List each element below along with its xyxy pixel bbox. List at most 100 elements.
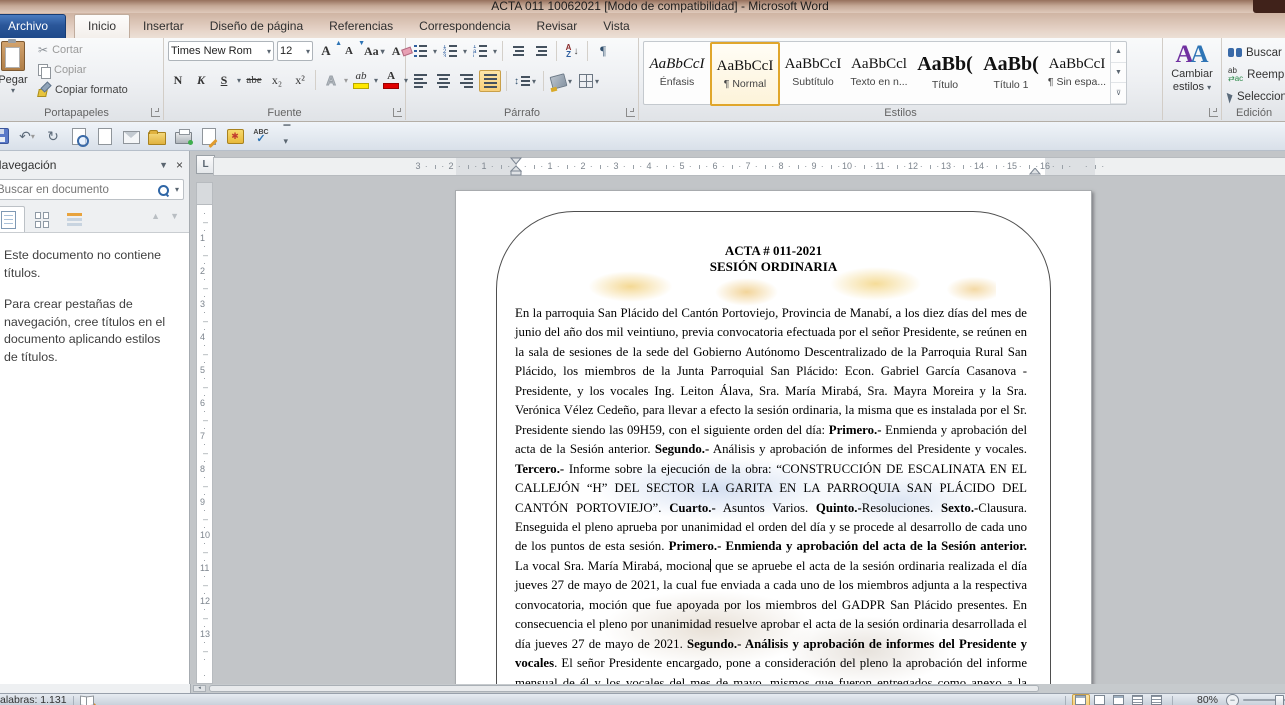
sort-button[interactable]: AZ↓ [562,41,582,61]
paste-button[interactable]: Pegar ▾ [0,41,34,105]
word-count[interactable]: Palabras: 1.131 [0,694,67,705]
underline-button[interactable]: S [214,70,234,90]
select-button[interactable]: Seleccionar [1228,88,1285,106]
find-button[interactable]: Buscar▾ [1228,44,1285,62]
borders-button[interactable]: ▾ [577,71,601,91]
italic-button[interactable]: K [191,70,211,90]
document-paragraph[interactable]: En la parroquia San Plácido del Cantón P… [515,304,1027,684]
copy-button[interactable]: Copiar [38,62,128,78]
font-family-select[interactable]: Times New Rom▾ [168,41,274,61]
underline-menu[interactable]: ▾ [237,76,241,85]
subscript-button[interactable]: x₂ [267,70,287,90]
style-texto-en-n[interactable]: AaBbCclTexto en n... [846,42,912,102]
macro-button[interactable]: ✱ [226,127,244,145]
align-center-button[interactable] [433,71,453,91]
search-options-icon[interactable]: ▾ [175,185,179,194]
nav-tab-pages[interactable] [25,206,58,234]
line-spacing-button[interactable]: ↕▾ [512,71,538,91]
nav-prev-icon[interactable]: ▲ [151,211,160,221]
styles-dialog-launcher[interactable] [1209,108,1218,117]
nav-next-icon[interactable]: ▼ [170,211,179,221]
gallery-down-icon[interactable]: ▼ [1111,63,1126,84]
format-painter-button[interactable]: Copiar formato [38,82,128,98]
change-case-button[interactable]: Aa▾ [362,41,387,61]
nav-search-input[interactable] [0,184,157,196]
h-ruler[interactable]: 32112345678910111213141516··············… [213,157,1285,176]
draft-view-button[interactable] [1148,694,1166,705]
change-styles-button[interactable]: AA Cambiar estilos ▾ [1163,42,1221,94]
bold-button[interactable]: N [168,70,188,90]
style-sin-espa[interactable]: AaBbCcI¶ Sin espa... [1044,42,1110,102]
align-right-button[interactable] [456,71,476,91]
undo-button[interactable]: ↶▾ [18,127,36,145]
gallery-more-icon[interactable]: ⊽ [1111,83,1126,104]
font-color-button[interactable]: A [381,70,401,90]
nav-menu-icon[interactable]: ▼ [159,160,168,170]
web-layout-view-button[interactable] [1110,694,1128,705]
replace-button[interactable]: ab⇄acReemplazar [1228,66,1285,84]
grow-font-button[interactable]: A▲ [316,41,336,61]
style-énfasis[interactable]: AaBbCcIÉnfasis [644,42,710,102]
style-título[interactable]: AaBb(Título [912,42,978,102]
style-título-1[interactable]: AaBb(Título 1 [978,42,1044,102]
shading-button[interactable]: ▾ [549,71,574,91]
style-subtítulo[interactable]: AaBbCcISubtítulo [780,42,846,102]
zoom-out-button[interactable]: − [1226,694,1239,705]
zoom-slider[interactable] [1243,699,1285,701]
ribbon-tab-referencias[interactable]: Referencias [316,15,406,38]
nav-tab-headings[interactable] [0,206,25,234]
ribbon-tab-correspondencia[interactable]: Correspondencia [406,15,523,38]
outline-view-button[interactable] [1129,694,1147,705]
font-size-select[interactable]: 12▾ [277,41,313,61]
right-indent-marker[interactable] [1029,168,1041,176]
bullets-button[interactable] [410,41,430,61]
align-left-button[interactable] [410,71,430,91]
document-page[interactable]: ACTA # 011-2021 SESIÓN ORDINARIA En la p… [455,190,1092,684]
ribbon-tab-diseño-de-página[interactable]: Diseño de página [197,15,316,38]
strikethrough-button[interactable]: abe [244,70,264,90]
qat-menu-button[interactable]: ▔▾ [278,127,296,145]
nav-close-icon[interactable]: × [176,158,183,172]
save-button[interactable] [0,127,10,145]
highlight-button[interactable]: ab [351,70,371,90]
scroll-left-icon[interactable]: ◂ [193,685,206,692]
ribbon-tab-revisar[interactable]: Revisar [524,15,591,38]
fullscreen-view-button[interactable] [1091,694,1109,705]
email-button[interactable] [122,127,140,145]
ribbon-tab-inicio[interactable]: Inicio [74,14,130,38]
zoom-level[interactable]: 80% [1197,694,1218,705]
proofing-status-icon[interactable] [80,696,94,705]
horizontal-scroll-thumb[interactable] [209,685,1039,692]
justify-button[interactable] [479,70,501,92]
font-dialog-launcher[interactable] [393,108,402,117]
new-document-button[interactable] [96,127,114,145]
show-formatting-button[interactable]: ¶ [593,41,613,61]
increase-indent-button[interactable] [531,41,551,61]
print-preview-button[interactable] [70,127,88,145]
paragraph-dialog-launcher[interactable] [626,108,635,117]
superscript-button[interactable]: x² [290,70,310,90]
search-icon[interactable] [157,184,169,196]
print-layout-view-button[interactable] [1072,694,1090,705]
text-effects-button[interactable]: A [321,70,341,90]
gallery-up-icon[interactable]: ▲ [1111,42,1126,63]
v-ruler[interactable]: 12345678910111213·–··–··–··–··–··–··–··–… [196,182,213,684]
ribbon-tab-vista[interactable]: Vista [590,15,642,38]
edit-button[interactable] [200,127,218,145]
styles-gallery-scroll[interactable]: ▲ ▼ ⊽ [1110,42,1126,104]
cut-button[interactable]: ✂ Cortar [38,42,128,58]
multilevel-list-button[interactable]: 1ai [470,41,490,61]
decrease-indent-button[interactable] [508,41,528,61]
ribbon-tab-insertar[interactable]: Insertar [130,15,197,38]
nav-tab-results[interactable] [58,206,91,234]
quick-print-button[interactable] [174,127,192,145]
spelling-button[interactable]: ABC✓ [252,127,270,145]
ribbon-tab-archivo[interactable]: Archivo [0,14,66,38]
indent-marker[interactable] [510,157,522,176]
style-normal[interactable]: AaBbCcI¶ Normal [710,42,780,106]
horizontal-scrollbar[interactable]: ◂ [191,684,1285,693]
window-controls[interactable] [1253,0,1285,13]
clipboard-dialog-launcher[interactable] [151,108,160,117]
redo-button[interactable]: ↻ [44,127,62,145]
shrink-font-button[interactable]: A▼ [339,41,359,61]
